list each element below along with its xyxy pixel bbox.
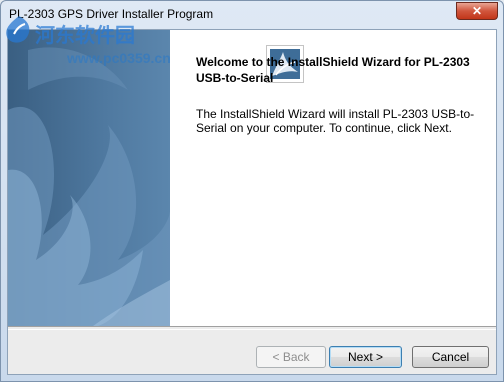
wizard-description: The InstallShield Wizard will install PL… (196, 107, 475, 135)
banner-art-icon (8, 47, 170, 326)
wizard-client-area: Welcome to the InstallShield Wizard for … (7, 29, 497, 375)
wizard-heading: Welcome to the InstallShield Wizard for … (196, 55, 470, 85)
close-button[interactable]: ✕ (456, 2, 498, 20)
wizard-side-banner (8, 30, 170, 326)
watermark-url: www.pc0359.cn (67, 50, 171, 66)
next-button[interactable]: Next > (329, 346, 402, 368)
installer-window: PL-2303 GPS Driver Installer Program ✕ W (0, 0, 504, 382)
button-divider (8, 326, 496, 330)
cancel-button[interactable]: Cancel (412, 346, 489, 368)
close-icon: ✕ (471, 4, 483, 18)
back-button[interactable]: < Back (256, 346, 326, 368)
watermark-logo-icon (6, 16, 30, 43)
wizard-content-panel: Welcome to the InstallShield Wizard for … (170, 30, 496, 326)
watermark-text: 河东软件园 (35, 25, 135, 47)
